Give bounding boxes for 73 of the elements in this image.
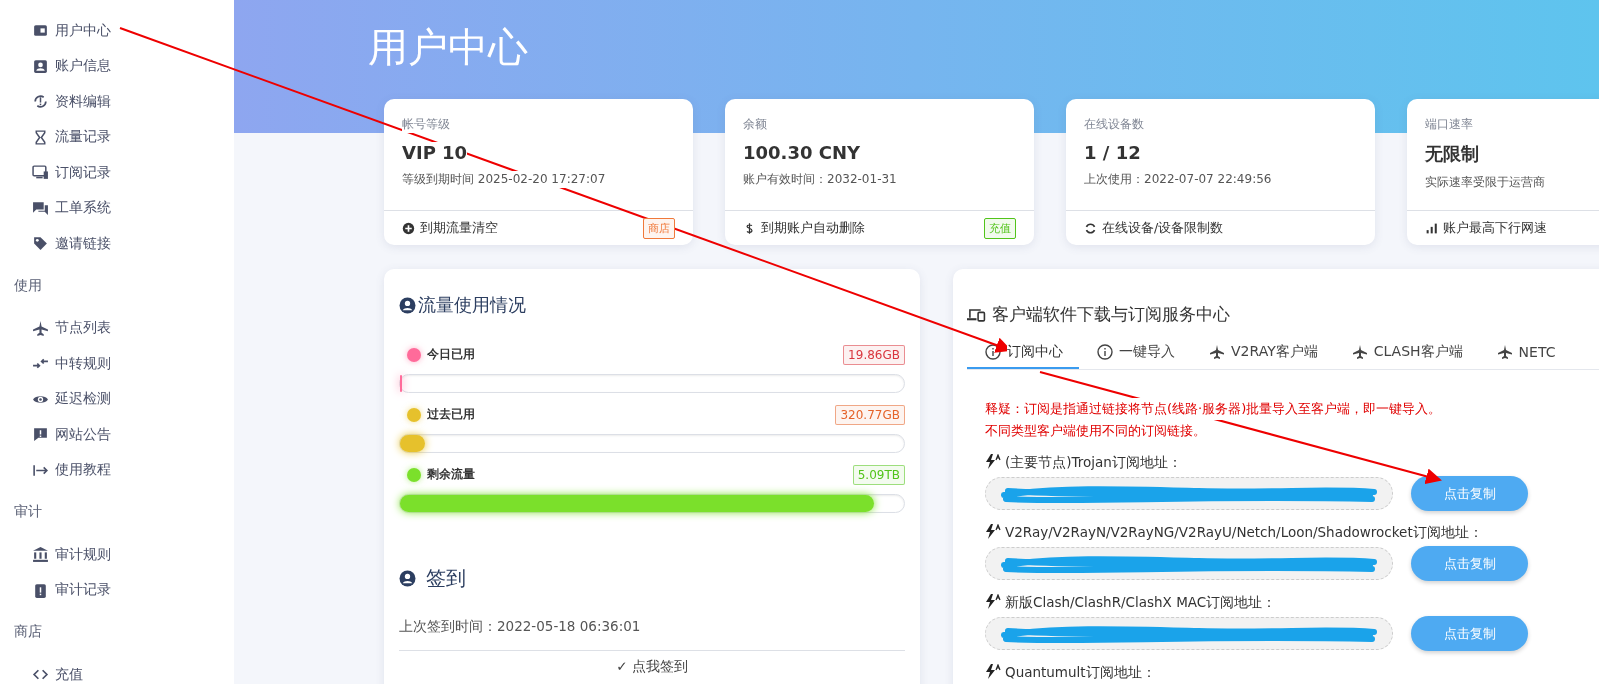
sidebar-item[interactable]: 网站公告 [0,417,234,453]
info-icon [985,343,1001,360]
dollar-icon [743,221,756,235]
stat-footer-text: 账户最高下行网速 [1443,219,1547,237]
checkin-button[interactable]: ✓ 点我签到 [610,657,694,677]
stat-detail: 上次使用：2022-07-07 22:49:56 [1084,171,1272,188]
plus-circle-icon [402,221,415,235]
last-checkin-text: 上次签到时间：2022-05-18 06:36:01 [399,618,905,651]
url-field[interactable] [985,477,1393,510]
tag-icon [32,235,49,253]
user-circle-icon [399,296,416,314]
refresh-alert-icon [32,93,49,111]
bank-icon [32,546,49,564]
stat-detail: 实际速率受限于运营商 [1425,174,1545,191]
id-card-icon [32,57,49,75]
traffic-label: 剩余流量 [427,467,475,482]
sidebar-section-title: 使用 [13,275,43,295]
info-icon [1097,343,1113,360]
url-field[interactable] [985,617,1393,650]
airplane-icon [32,319,49,337]
traffic-value-badge: 320.77GB [835,404,905,425]
stat-label: 余额 [743,116,767,133]
tab[interactable]: 订阅中心 [967,336,1079,369]
tab[interactable]: CLASH客户端 [1333,336,1479,369]
stat-footer-text: 到期账户自动删除 [761,219,865,237]
stat-label: 端口速率 [1425,116,1473,133]
traffic-label: 今日已用 [427,347,475,362]
stat-detail: 账户有效时间：2032-01-31 [743,171,897,188]
signal-bars-icon [1425,221,1438,235]
tab[interactable]: V2RAY客户端 [1191,336,1334,369]
bolt-icon [985,524,1002,539]
sidebar-item[interactable]: 节点列表 [0,310,234,346]
chat-icon [32,199,49,217]
traffic-label: 过去已用 [427,407,475,422]
panel-title: 客户端软件下载与订阅服务中心 [992,303,1230,326]
url-field[interactable] [985,547,1393,580]
sidebar-section-title: 商店 [13,622,43,641]
tab[interactable]: 一键导入 [1079,336,1191,369]
sidebar-item[interactable]: 延迟检测 [0,381,234,417]
devices-icon [967,307,986,322]
sidebar-section-title: 审计 [13,502,43,521]
stat-footer-text: 到期流量清空 [420,219,498,237]
sidebar-item[interactable]: 使用教程 [0,452,234,488]
sidebar-item[interactable]: 账户信息 [0,48,234,84]
circular-arrows-icon [1084,221,1097,235]
user-circle-icon [399,570,416,587]
sidebar-item[interactable]: 中转规则 [0,346,234,382]
traffic-value-badge: 5.09TB [852,464,905,485]
tab[interactable]: NETC [1478,336,1572,369]
stat-footer-text: 在线设备/设备限制数 [1102,219,1224,237]
clipboard-alert-icon [32,581,49,599]
bolt-icon [985,664,1002,679]
alert-message-icon [32,426,49,444]
panel-title: 签到 [426,565,466,592]
sidebar-item[interactable]: 充值 [0,657,234,684]
stat-value: 无限制 [1425,142,1479,166]
sidebar-item[interactable]: 用户中心 [0,13,234,49]
bolt-icon [985,594,1002,609]
sidebar-item[interactable]: 审计规则 [0,537,234,573]
sidebar-item[interactable]: 流量记录 [0,119,234,155]
page-title: 用户中心 [368,23,528,72]
sidebar-item[interactable]: 审计记录 [0,572,234,608]
sidebar-item[interactable]: 资料编辑 [0,84,234,120]
stat-label: 帐号等级 [402,116,450,133]
panel-title: 流量使用情况 [418,293,526,317]
sidebar-item[interactable]: 订阅记录 [0,155,234,191]
stat-label: 在线设备数 [1084,116,1144,133]
sidebar-item[interactable]: 工单系统 [0,190,234,226]
stat-detail: 等级到期时间 2025-02-20 17:27:07 [402,171,606,188]
traffic-value-badge: 19.86GB [843,344,905,365]
sidebar-item[interactable]: 邀请链接 [0,226,234,262]
monitor-icon [32,164,49,182]
bolt-icon [985,454,1002,469]
